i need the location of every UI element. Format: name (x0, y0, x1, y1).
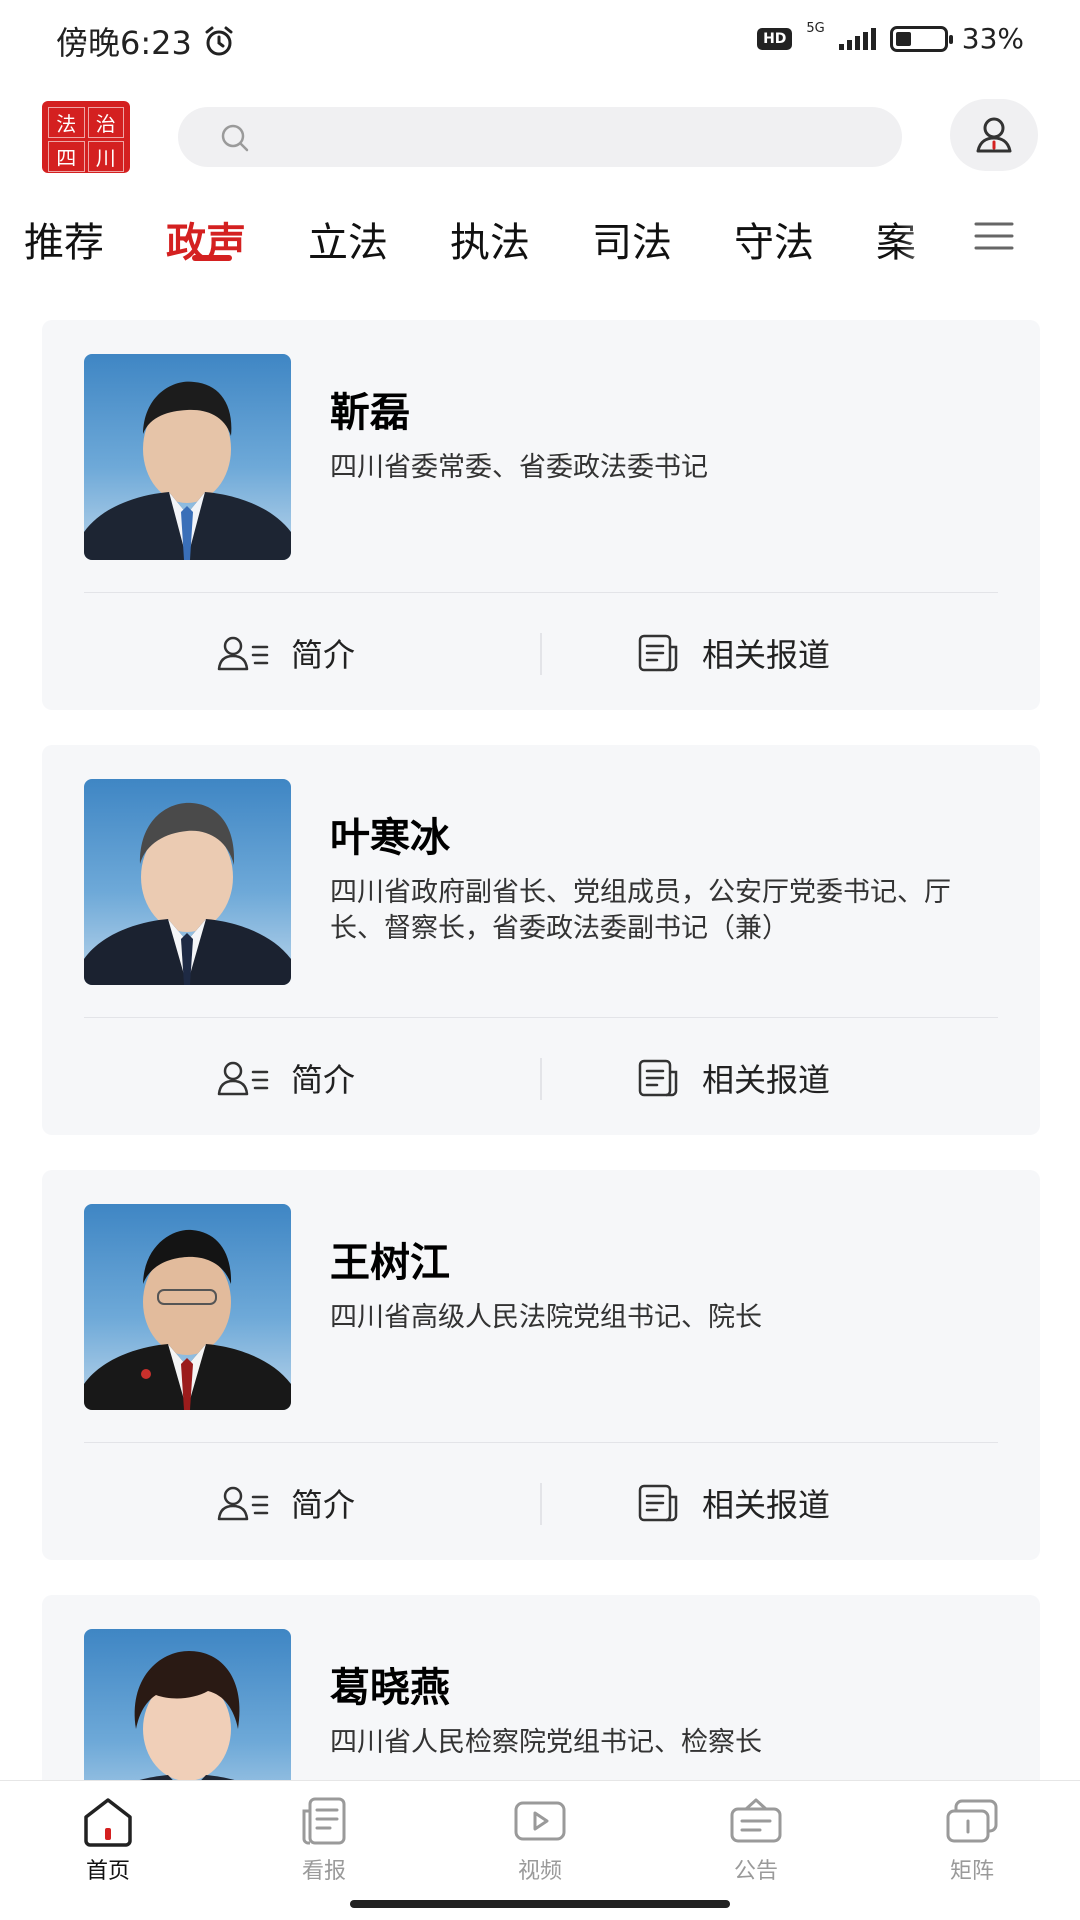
status-right: HD 5G 33% (757, 21, 1024, 55)
leader-card[interactable]: 靳磊 四川省委常委、省委政法委书记 简介 相关报道 (42, 320, 1040, 710)
search-input[interactable] (268, 107, 868, 167)
active-tab-underline (192, 255, 232, 261)
announcement-icon (730, 1798, 782, 1843)
tab-law-abiding[interactable]: 守法 (734, 210, 814, 268)
portrait-image (84, 1229, 291, 1410)
leader-name: 王树江 (330, 1240, 450, 1286)
leader-photo (84, 779, 291, 985)
user-icon (976, 117, 1012, 153)
video-icon (514, 1801, 566, 1841)
nav-newspaper[interactable]: 看报 (254, 1795, 394, 1885)
user-profile-button[interactable] (950, 99, 1038, 171)
leader-photo (84, 354, 291, 560)
hd-badge: HD (757, 27, 793, 50)
search-icon (221, 124, 249, 152)
card-actions: 简介 相关报道 (42, 623, 1040, 683)
related-reports-label: 相关报道 (702, 1486, 831, 1524)
related-reports-button[interactable]: 相关报道 (636, 1048, 830, 1108)
leader-name: 葛晓燕 (330, 1665, 450, 1711)
card-divider (84, 1442, 998, 1443)
status-left: 傍晚6:23 (56, 18, 236, 64)
battery-icon (889, 25, 953, 52)
related-reports-label: 相关报道 (702, 636, 831, 674)
logo-char: 四 (48, 141, 85, 172)
nav-label: 矩阵 (949, 1859, 994, 1884)
profile-icon (217, 1061, 269, 1096)
logo-char: 法 (48, 107, 85, 138)
bottom-nav: 首页 看报 视频 公告 矩阵 (0, 1780, 1080, 1920)
search-bar[interactable] (178, 107, 902, 167)
category-tabs: 推荐 政声 立法 执法 司法 守法 案 (0, 200, 1080, 280)
portrait-image (84, 802, 291, 985)
app-logo[interactable]: 法 治 四 川 (42, 101, 130, 173)
intro-label: 简介 (291, 1061, 356, 1099)
leader-title: 四川省政府副省长、党组成员，公安厅党委书记、厅长、督察长，省委政法委副书记（兼） (330, 877, 951, 944)
nav-label: 视频 (517, 1859, 562, 1884)
article-icon (638, 634, 678, 672)
leader-card[interactable]: 叶寒冰 四川省政府副省长、党组成员，公安厅党委书记、厅长、督察长，省委政法委副书… (42, 745, 1040, 1135)
nav-label: 首页 (85, 1859, 130, 1884)
card-divider (84, 592, 998, 593)
card-actions: 简介 相关报道 (42, 1048, 1040, 1108)
leader-name: 靳磊 (330, 390, 410, 436)
intro-button[interactable]: 简介 (217, 623, 355, 683)
home-icon (84, 1798, 132, 1847)
battery-fill (895, 31, 911, 46)
action-separator (540, 633, 542, 675)
related-reports-button[interactable]: 相关报道 (636, 1473, 830, 1533)
profile-icon (217, 636, 269, 671)
card-divider (84, 1017, 998, 1018)
menu-icon[interactable] (972, 218, 1016, 254)
signal-icon (838, 27, 876, 50)
nav-video[interactable]: 视频 (470, 1795, 610, 1885)
nav-label: 公告 (733, 1859, 778, 1884)
newspaper-icon (302, 1797, 346, 1845)
leader-photo (84, 1204, 291, 1410)
logo-char: 治 (87, 107, 124, 138)
logo-char: 川 (87, 141, 124, 172)
intro-label: 简介 (291, 636, 356, 674)
portrait-image (84, 381, 291, 560)
article-icon (638, 1484, 678, 1522)
app-header: 法 治 四 川 (0, 95, 1080, 180)
action-separator (540, 1483, 542, 1525)
tab-legislation[interactable]: 立法 (308, 210, 388, 268)
leader-title: 四川省高级人民法院党组书记、院长 (330, 1302, 762, 1333)
tabs-fade (900, 204, 950, 268)
nav-matrix[interactable]: 矩阵 (902, 1795, 1042, 1885)
status-time: 傍晚6:23 (56, 24, 192, 62)
home-indicator[interactable] (350, 1900, 730, 1908)
action-separator (540, 1058, 542, 1100)
network-label: 5G (806, 21, 825, 36)
tab-recommend[interactable]: 推荐 (24, 210, 104, 268)
nav-label: 看报 (301, 1859, 346, 1884)
nav-announcement[interactable]: 公告 (686, 1795, 826, 1885)
status-bar: 傍晚6:23 HD 5G 33% (0, 0, 1080, 80)
alarm-icon (205, 26, 233, 56)
related-reports-label: 相关报道 (702, 1061, 831, 1099)
leader-title: 四川省人民检察院党组书记、检察长 (330, 1727, 762, 1758)
intro-button[interactable]: 简介 (217, 1473, 355, 1533)
card-actions: 简介 相关报道 (42, 1473, 1040, 1533)
article-icon (638, 1059, 678, 1097)
leader-name: 叶寒冰 (330, 815, 450, 861)
related-reports-button[interactable]: 相关报道 (636, 623, 830, 683)
leader-title: 四川省委常委、省委政法委书记 (330, 452, 708, 483)
intro-button[interactable]: 简介 (217, 1048, 355, 1108)
tab-judiciary[interactable]: 司法 (592, 210, 672, 268)
tab-law-enforcement[interactable]: 执法 (450, 210, 530, 268)
intro-label: 简介 (291, 1486, 356, 1524)
battery-percent: 33% (961, 22, 1024, 55)
matrix-icon (946, 1799, 998, 1843)
leader-card[interactable]: 王树江 四川省高级人民法院党组书记、院长 简介 相关报道 (42, 1170, 1040, 1560)
nav-home[interactable]: 首页 (38, 1795, 178, 1885)
profile-icon (217, 1486, 269, 1521)
